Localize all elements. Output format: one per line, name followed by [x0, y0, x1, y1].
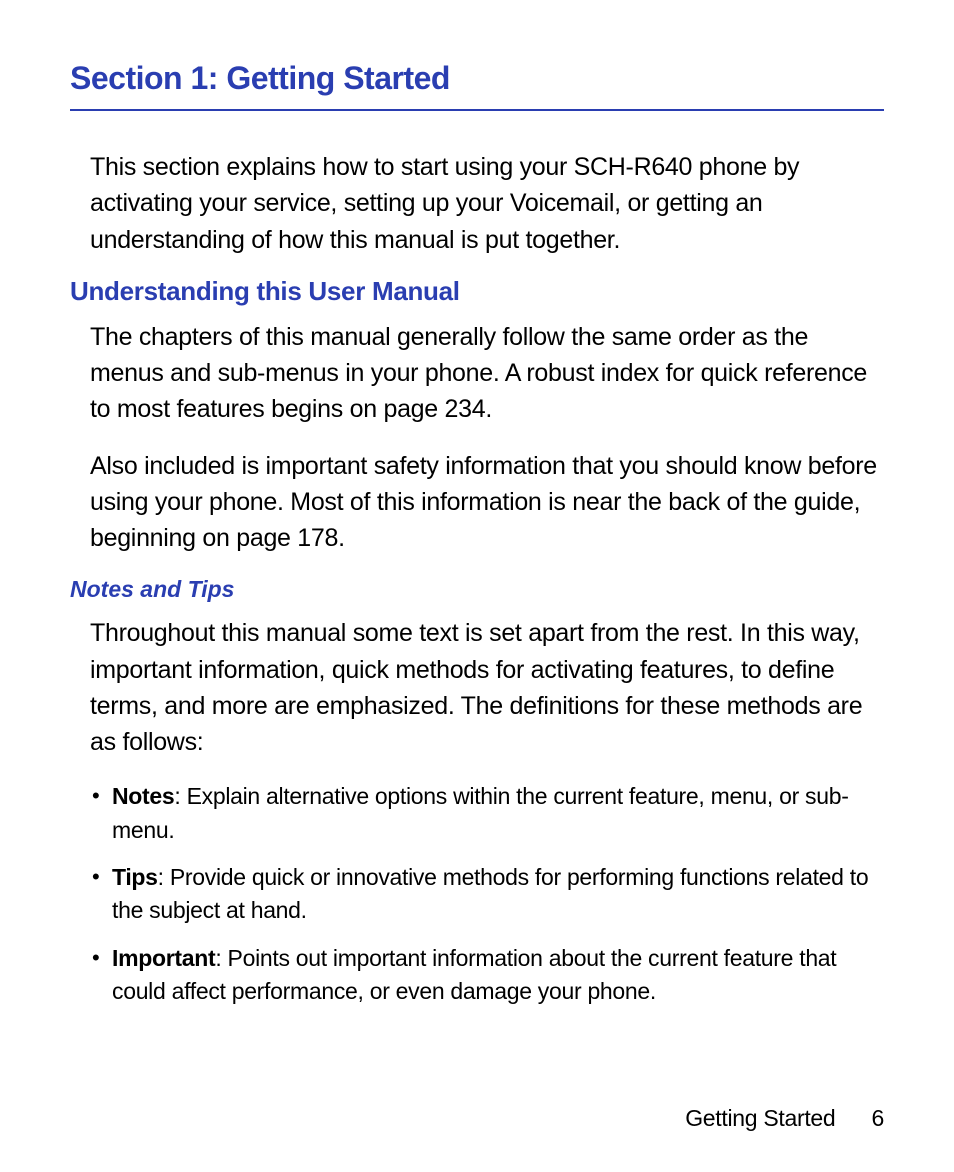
body-paragraph-2: Also included is important safety inform… — [90, 448, 884, 557]
bullet-text: : Provide quick or innovative methods fo… — [112, 864, 868, 923]
bullet-lead: Important — [112, 945, 215, 971]
section-title: Section 1: Getting Started — [70, 60, 884, 111]
footer-label: Getting Started — [685, 1105, 835, 1131]
body-paragraph-3: Throughout this manual some text is set … — [90, 615, 884, 760]
subheading-understanding: Understanding this User Manual — [70, 276, 884, 307]
bullet-list: Notes: Explain alternative options withi… — [90, 780, 884, 1008]
page-footer: Getting Started 6 — [685, 1105, 884, 1132]
list-item: Tips: Provide quick or innovative method… — [90, 861, 884, 928]
bullet-lead: Notes — [112, 783, 174, 809]
bullet-text: : Explain alternative options within the… — [112, 783, 849, 842]
list-item: Notes: Explain alternative options withi… — [90, 780, 884, 847]
list-item: Important: Points out important informat… — [90, 942, 884, 1009]
bullet-text: : Points out important information about… — [112, 945, 836, 1004]
subsubheading-notes-tips: Notes and Tips — [70, 576, 884, 603]
body-paragraph-1: The chapters of this manual generally fo… — [90, 319, 884, 428]
page-number: 6 — [872, 1105, 885, 1131]
intro-paragraph: This section explains how to start using… — [90, 149, 884, 258]
bullet-lead: Tips — [112, 864, 158, 890]
